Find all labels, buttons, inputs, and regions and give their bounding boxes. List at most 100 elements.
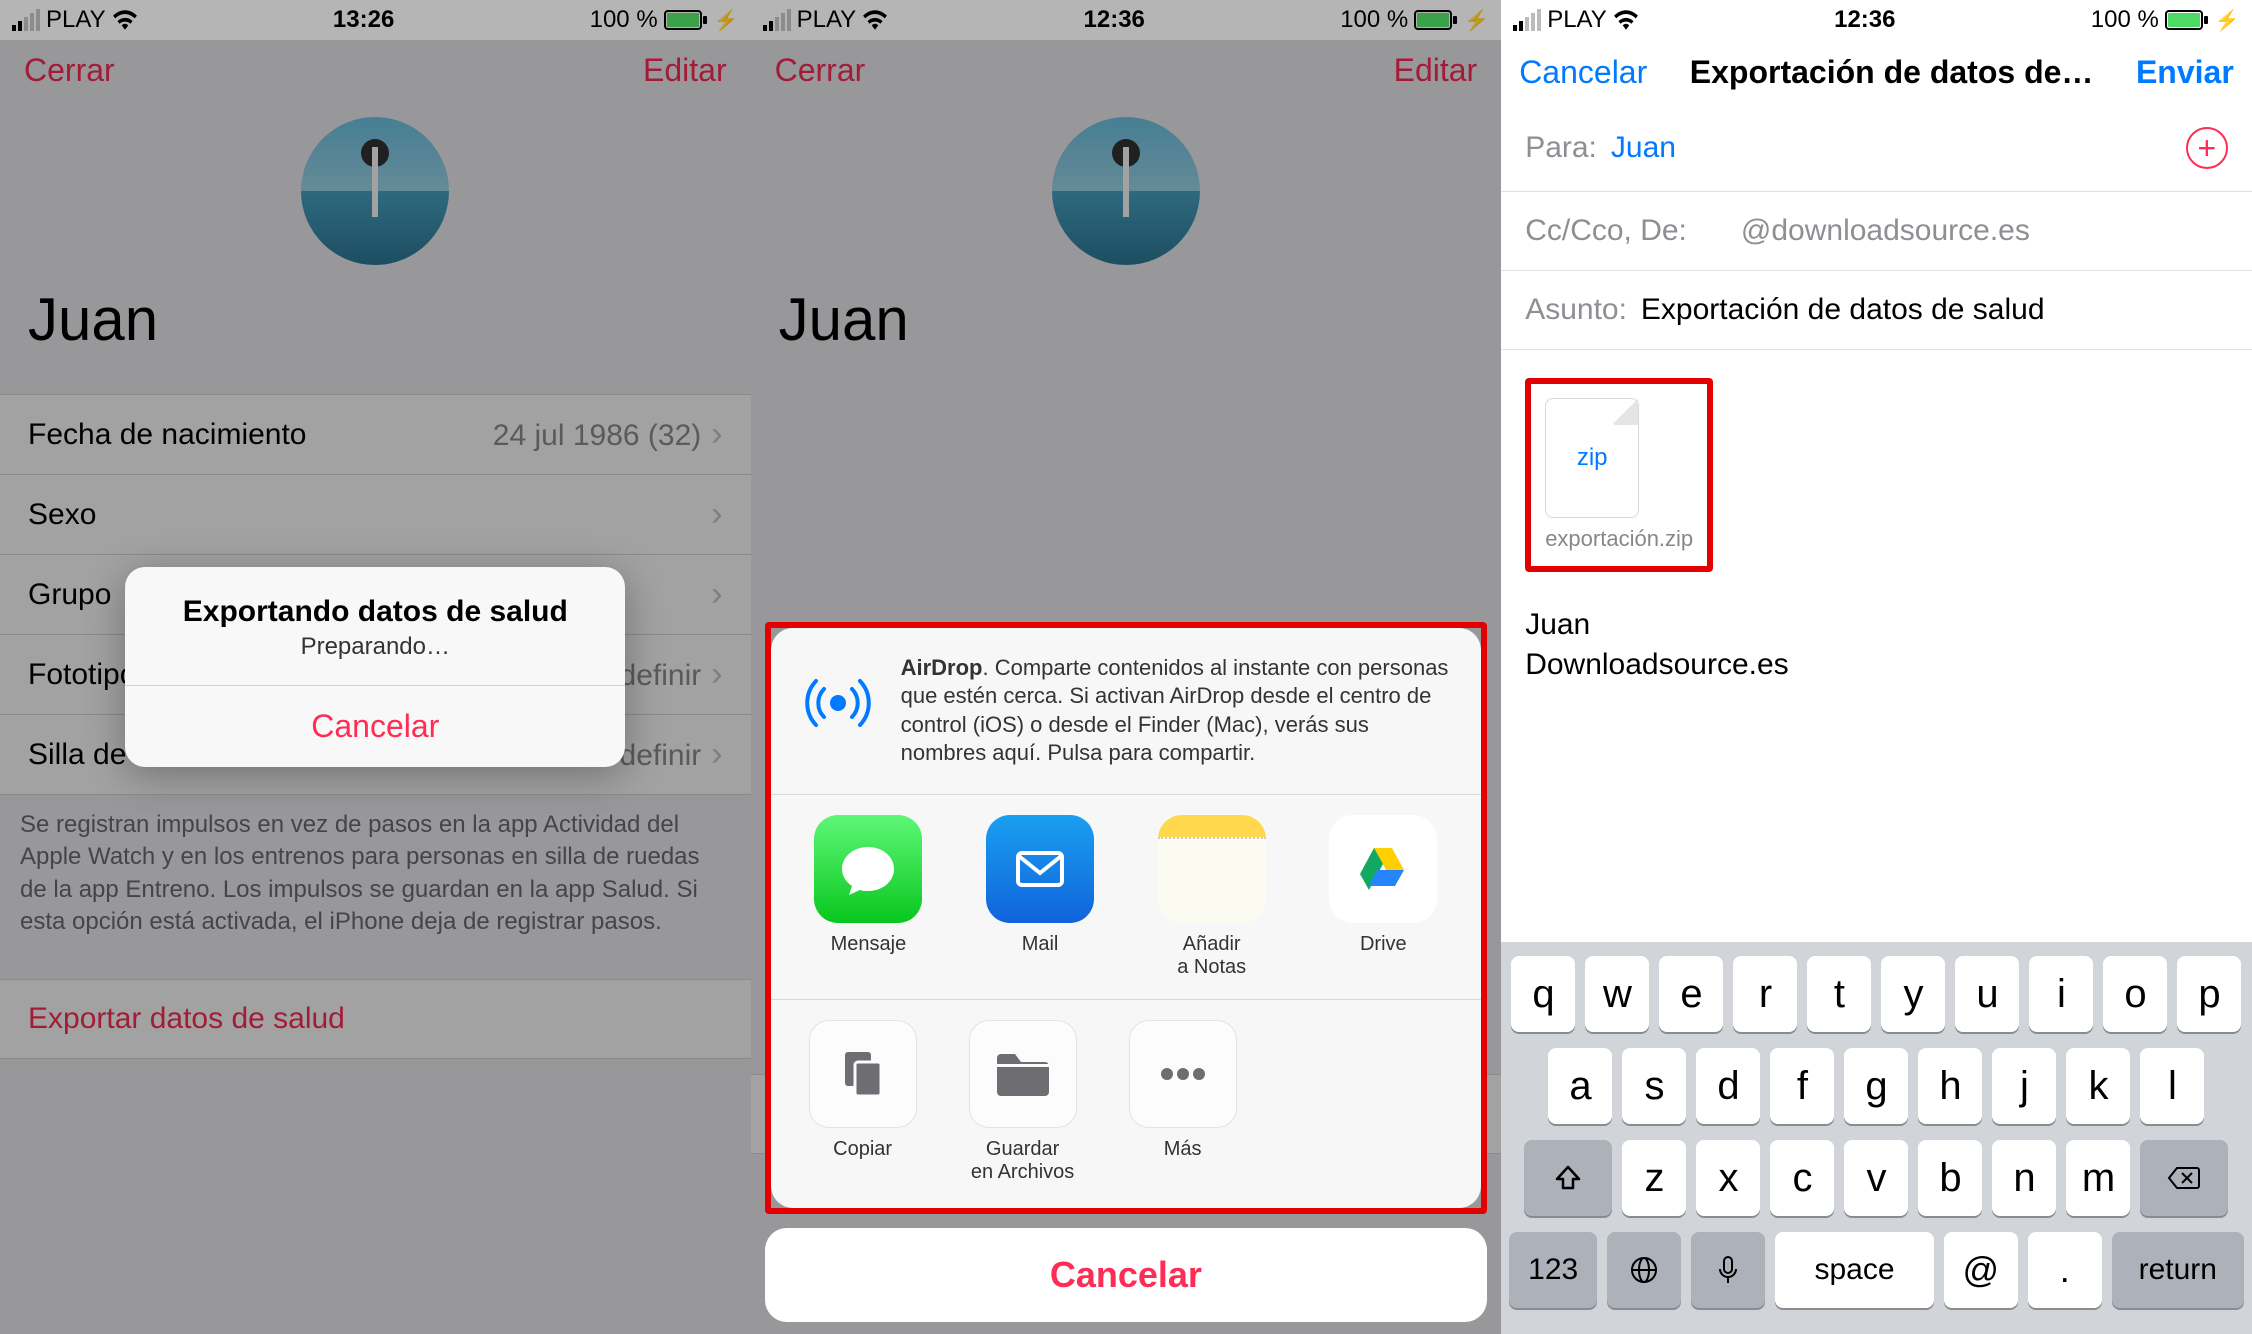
wifi-icon [862,10,888,30]
share-cancel-button[interactable]: Cancelar [765,1228,1488,1322]
screenshot-health-exporting: PLAY 13:26 100 % ⚡ Cerrar Editar Juan Fe… [0,0,751,1334]
mic-key[interactable] [1691,1232,1765,1308]
key-z[interactable]: z [1622,1140,1686,1216]
dialog-subtitle: Preparando… [125,633,625,685]
battery-icon [1414,10,1458,30]
battery-label: 100 % [2091,6,2159,34]
chevron-right-icon: › [711,495,722,533]
key-n[interactable]: n [1992,1140,2056,1216]
page-title: Juan [751,273,1502,394]
share-app-drive[interactable]: Drive [1313,815,1453,979]
add-contact-button[interactable]: + [2186,127,2228,169]
notes-icon [1158,815,1266,923]
action-save-files[interactable]: Guardar en Archivos [943,1020,1103,1184]
key-u[interactable]: u [1955,956,2019,1032]
to-field[interactable]: Para: Juan + [1501,105,2252,192]
key-h[interactable]: h [1918,1048,1982,1124]
row-sex[interactable]: Sexo› [0,475,751,555]
footnote-text: Se registran impulsos en vez de pasos en… [0,795,751,979]
folder-icon [969,1020,1077,1128]
keyboard: qwertyuiop asdfghjkl zxcvbnm 123 space @… [1501,942,2252,1334]
share-app-mail[interactable]: Mail [970,815,1110,979]
key-d[interactable]: d [1696,1048,1760,1124]
key-t[interactable]: t [1807,956,1871,1032]
key-r[interactable]: r [1733,956,1797,1032]
key-a[interactable]: a [1548,1048,1612,1124]
clock: 13:26 [333,6,394,34]
key-c[interactable]: c [1770,1140,1834,1216]
chevron-right-icon: › [711,655,722,693]
file-attachment[interactable]: zip [1545,398,1639,518]
key-p[interactable]: p [2177,956,2241,1032]
airdrop-section[interactable]: AirDrop. Comparte contenidos al instante… [771,628,1482,795]
share-app-messages[interactable]: Mensaje [798,815,938,979]
clock: 12:36 [1834,6,1895,34]
key-b[interactable]: b [1918,1140,1982,1216]
key-s[interactable]: s [1622,1048,1686,1124]
cancel-button[interactable]: Cancelar [1519,54,1647,91]
status-bar: PLAY 12:36 100 % ⚡ [1501,0,2252,40]
key-q[interactable]: q [1511,956,1575,1032]
mail-icon [986,815,1094,923]
key-x[interactable]: x [1696,1140,1760,1216]
signal-icon [12,9,40,31]
return-key[interactable]: return [2112,1232,2244,1308]
backspace-key[interactable] [2140,1140,2228,1216]
wifi-icon [112,10,138,30]
close-button[interactable]: Cerrar [775,52,866,89]
action-more[interactable]: Más [1103,1020,1263,1184]
signal-icon [763,9,791,31]
key-y[interactable]: y [1881,956,1945,1032]
key-i[interactable]: i [2029,956,2093,1032]
key-j[interactable]: j [1992,1048,2056,1124]
action-copy[interactable]: Copiar [783,1020,943,1184]
chevron-right-icon: › [711,575,722,613]
at-key[interactable]: @ [1944,1232,2018,1308]
status-bar: PLAY 12:36 100 % ⚡ [751,0,1502,40]
close-button[interactable]: Cerrar [24,52,115,89]
numbers-key[interactable]: 123 [1509,1232,1597,1308]
period-key[interactable]: . [2028,1232,2102,1308]
key-w[interactable]: w [1585,956,1649,1032]
key-l[interactable]: l [2140,1048,2204,1124]
battery-label: 100 % [590,6,658,34]
key-k[interactable]: k [2066,1048,2130,1124]
edit-button[interactable]: Editar [643,52,727,89]
key-v[interactable]: v [1844,1140,1908,1216]
carrier-label: PLAY [797,6,857,34]
page-title: Juan [0,273,751,394]
mail-nav: Cancelar Exportación de datos de… Enviar [1501,40,2252,105]
globe-key[interactable] [1607,1232,1681,1308]
subject-field[interactable]: Asunto: Exportación de datos de salud [1501,271,2252,350]
messages-icon [814,815,922,923]
key-m[interactable]: m [2066,1140,2130,1216]
mail-body-text[interactable]: Downloadsource.es [1501,648,2252,678]
key-f[interactable]: f [1770,1048,1834,1124]
key-o[interactable]: o [2103,956,2167,1032]
space-key[interactable]: space [1775,1232,1934,1308]
cancel-button[interactable]: Cancelar [125,685,625,767]
battery-icon [664,10,708,30]
cc-field[interactable]: Cc/Cco, De: @downloadsource.es [1501,192,2252,271]
battery-icon [2165,10,2209,30]
row-birthdate[interactable]: Fecha de nacimiento24 jul 1986 (32)› [0,395,751,475]
send-button[interactable]: Enviar [2136,54,2234,91]
airdrop-icon [793,654,883,744]
more-icon [1129,1020,1237,1128]
chevron-right-icon: › [711,735,722,773]
chevron-right-icon: › [711,415,722,453]
file-name-label: exportación.zip [1545,526,1693,552]
edit-button[interactable]: Editar [1394,52,1478,89]
clock: 12:36 [1084,6,1145,34]
avatar[interactable] [301,117,449,265]
key-e[interactable]: e [1659,956,1723,1032]
signal-icon [1513,9,1541,31]
shift-key[interactable] [1524,1140,1612,1216]
export-health-button[interactable]: Exportar datos de salud [28,1002,345,1035]
mail-body-signature[interactable]: Juan [1501,588,2252,648]
share-app-notes[interactable]: Añadir a Notas [1142,815,1282,979]
carrier-label: PLAY [46,6,106,34]
copy-icon [809,1020,917,1128]
drive-icon [1329,815,1437,923]
key-g[interactable]: g [1844,1048,1908,1124]
